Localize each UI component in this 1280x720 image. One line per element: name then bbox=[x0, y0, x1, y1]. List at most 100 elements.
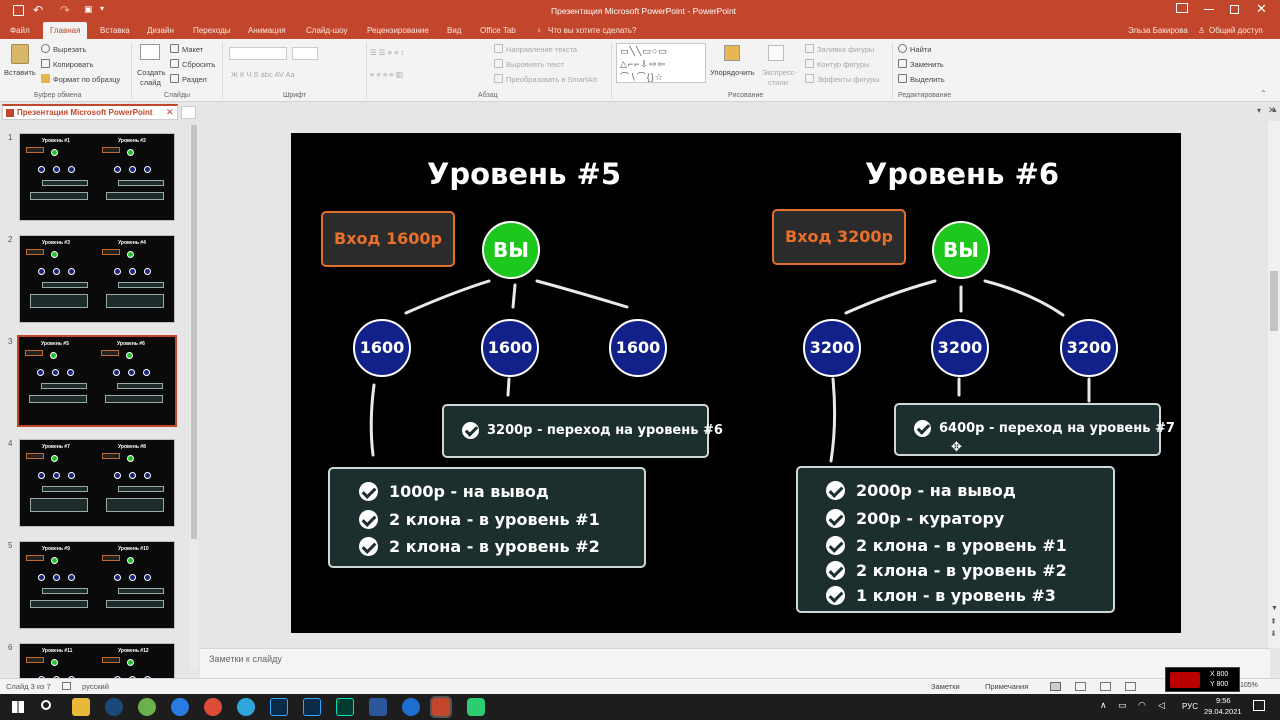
slide-canvas[interactable]: Уровень #5 Вход 1600р ВЫ 1600 1600 1600 … bbox=[291, 133, 1181, 633]
utorrent-icon[interactable] bbox=[138, 698, 156, 716]
layout-button[interactable]: Макет bbox=[170, 44, 203, 54]
shapes-gallery[interactable]: ▭╲╲▭○▭ △⌐⌐⇩⇨⇦ ⌒∖⌒{}☆ bbox=[616, 43, 706, 83]
cut-button[interactable]: Вырезать bbox=[41, 44, 86, 54]
comments-button[interactable]: Примечания bbox=[985, 682, 1028, 691]
tab-office-tab[interactable]: Office Tab bbox=[480, 22, 516, 39]
search-icon[interactable] bbox=[41, 700, 51, 710]
editor-scrollbar[interactable] bbox=[1268, 121, 1280, 648]
volume-icon[interactable]: ◁ bbox=[1158, 700, 1165, 711]
find-button[interactable]: Найти bbox=[898, 44, 931, 54]
paste-button[interactable]: Вставить bbox=[4, 68, 36, 77]
scroll-up-icon[interactable]: ▲ bbox=[1271, 107, 1278, 114]
notes-placeholder[interactable]: Заметки к слайду bbox=[209, 654, 282, 664]
language-indicator[interactable]: русский bbox=[82, 682, 109, 691]
redo-icon[interactable]: ↷ bbox=[60, 3, 70, 17]
new-slide-button[interactable]: Создать bbox=[137, 68, 166, 77]
windows-start-icon[interactable] bbox=[12, 701, 24, 713]
tab-insert[interactable]: Вставка bbox=[100, 22, 130, 39]
network-icon[interactable]: ▭ bbox=[1118, 700, 1127, 711]
clock-date[interactable]: 29.04.2021 bbox=[1204, 707, 1242, 716]
tab-view[interactable]: Вид bbox=[447, 22, 461, 39]
editor-scrollbar-thumb[interactable] bbox=[1270, 271, 1278, 331]
media-player-icon[interactable] bbox=[402, 698, 420, 716]
slide-thumbnail[interactable]: Уровень #1 Уровень #2 bbox=[19, 133, 175, 221]
tab-slideshow[interactable]: Слайд-шоу bbox=[306, 22, 347, 39]
arrange-button[interactable]: Упорядочить bbox=[710, 68, 755, 77]
next-slide-icon[interactable]: ⇟ bbox=[1270, 629, 1277, 638]
slide-thumbnail[interactable]: Уровень #3 Уровень #4 bbox=[19, 235, 175, 323]
tab-list-icon[interactable]: ▾ bbox=[1257, 106, 1261, 115]
slideshow-view-icon[interactable] bbox=[1125, 682, 1136, 691]
maximize-icon[interactable] bbox=[1230, 5, 1239, 14]
quick-access-icon[interactable]: ▣ bbox=[84, 4, 93, 15]
steam-icon[interactable] bbox=[105, 698, 123, 716]
slide-thumbnail[interactable]: Уровень #5 Уровень #6 bbox=[17, 335, 177, 427]
save-icon[interactable] bbox=[13, 5, 24, 16]
tab-file[interactable]: Файл bbox=[10, 22, 30, 39]
collapse-ribbon-icon[interactable]: ⌃ bbox=[1260, 89, 1267, 98]
tab-review[interactable]: Рецензирование bbox=[367, 22, 429, 39]
shape-fill-button[interactable]: Заливка фигуры bbox=[805, 44, 874, 54]
copy-button[interactable]: Копировать bbox=[41, 59, 93, 69]
arrange-icon[interactable] bbox=[724, 45, 740, 61]
tab-design[interactable]: Дизайн bbox=[147, 22, 174, 39]
format-painter-button[interactable]: Формат по образцу bbox=[41, 74, 120, 84]
tab-animation[interactable]: Анимация bbox=[248, 22, 286, 39]
clock-time[interactable]: 9:56 bbox=[1216, 696, 1231, 705]
document-tab[interactable]: Презентация Microsoft PowerPoint ✕ bbox=[2, 104, 178, 120]
file-explorer-icon[interactable] bbox=[72, 698, 90, 716]
notifications-icon[interactable] bbox=[1253, 700, 1265, 711]
tab-home[interactable]: Главная bbox=[43, 22, 88, 39]
photoshop-2-icon[interactable] bbox=[303, 698, 321, 716]
customize-toolbar-icon[interactable]: ▾ bbox=[100, 4, 104, 13]
tray-expand-icon[interactable]: ∧ bbox=[1100, 700, 1107, 711]
slide-thumbnail[interactable]: Уровень #9 Уровень #10 bbox=[19, 541, 175, 629]
zoom-level[interactable]: 105% bbox=[1240, 682, 1258, 689]
chrome-icon[interactable] bbox=[204, 698, 222, 716]
notes-pane[interactable]: Заметки к слайду bbox=[200, 648, 1270, 678]
paste-icon[interactable] bbox=[11, 44, 29, 64]
font-family-select[interactable] bbox=[229, 47, 287, 60]
photoshop-icon[interactable] bbox=[270, 698, 288, 716]
font-size-select[interactable] bbox=[292, 47, 318, 60]
notes-button[interactable]: Заметки bbox=[931, 682, 960, 691]
powerpoint-icon[interactable] bbox=[430, 696, 452, 718]
messenger-icon[interactable] bbox=[467, 698, 485, 716]
minimize-icon[interactable] bbox=[1204, 9, 1214, 10]
reset-button[interactable]: Сбросить bbox=[170, 59, 215, 69]
telegram-icon[interactable] bbox=[237, 698, 255, 716]
prev-slide-icon[interactable]: ⇞ bbox=[1270, 617, 1277, 626]
close-icon[interactable]: ✕ bbox=[1256, 1, 1267, 17]
quick-styles-button-line2[interactable]: стили bbox=[768, 78, 788, 87]
replace-button[interactable]: Заменить bbox=[898, 59, 944, 69]
new-slide-button-line2[interactable]: слайд bbox=[140, 78, 161, 87]
wifi-icon[interactable]: ◠ bbox=[1138, 700, 1146, 711]
spellcheck-icon[interactable] bbox=[62, 682, 71, 690]
input-language[interactable]: РУС bbox=[1182, 702, 1198, 711]
smartart-button[interactable]: Преобразовать в SmartArt bbox=[494, 74, 597, 84]
normal-view-icon[interactable] bbox=[1050, 682, 1061, 691]
new-tab-button[interactable] bbox=[181, 106, 196, 119]
reading-view-icon[interactable] bbox=[1100, 682, 1111, 691]
quick-styles-button[interactable]: Экспресс- bbox=[762, 68, 797, 77]
slide-sorter-icon[interactable] bbox=[1075, 682, 1086, 691]
new-slide-icon[interactable] bbox=[140, 44, 160, 60]
slide-thumbnail[interactable]: Уровень #7 Уровень #8 bbox=[19, 439, 175, 527]
thumbnails-scrollbar-thumb[interactable] bbox=[191, 125, 197, 539]
ribbon-display-icon[interactable] bbox=[1176, 3, 1188, 13]
shape-outline-button[interactable]: Контур фигуры bbox=[805, 59, 869, 69]
tell-me-input[interactable]: Что вы хотите сделать? bbox=[548, 22, 636, 39]
user-name[interactable]: Эльза Бакирова bbox=[1128, 22, 1188, 39]
align-text-button[interactable]: Выровнять текст bbox=[494, 59, 564, 69]
tab-transitions[interactable]: Переходы bbox=[193, 22, 231, 39]
text-direction-button[interactable]: Направление текста bbox=[494, 44, 577, 54]
share-button[interactable]: Общий доступ bbox=[1209, 22, 1263, 39]
word-icon[interactable] bbox=[369, 698, 387, 716]
close-tab-icon[interactable]: ✕ bbox=[166, 107, 174, 118]
select-button[interactable]: Выделить bbox=[898, 74, 945, 84]
slide-thumbnail[interactable]: Уровень #11 Уровень #12 bbox=[19, 643, 175, 678]
edge-icon[interactable] bbox=[171, 698, 189, 716]
scroll-down-icon[interactable]: ▼ bbox=[1271, 605, 1278, 612]
undo-icon[interactable]: ↶ bbox=[33, 3, 43, 17]
shape-effects-button[interactable]: Эффекты фигуры bbox=[805, 74, 880, 84]
